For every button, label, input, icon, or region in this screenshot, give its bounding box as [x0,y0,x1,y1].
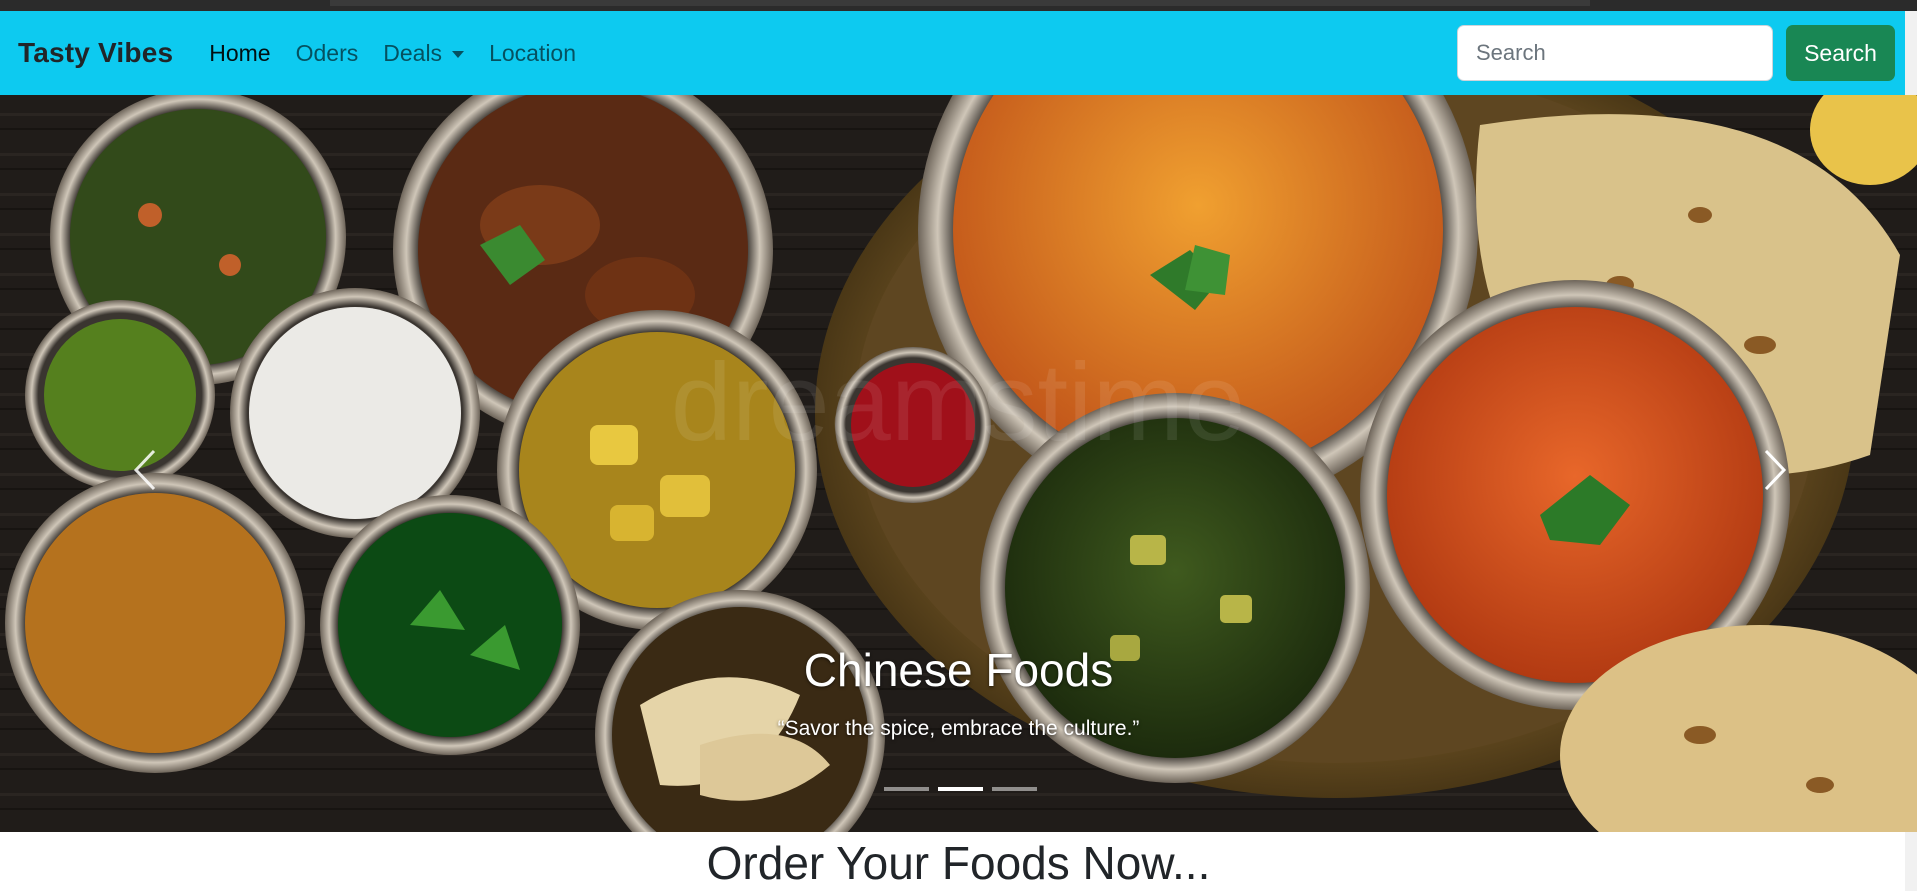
search-button[interactable]: Search [1786,25,1895,81]
carousel-next-button[interactable] [1745,425,1805,515]
browser-tab-strip [330,0,1590,6]
nav-link-orders[interactable]: Oders [296,40,359,67]
carousel-indicators [884,787,1037,791]
caret-down-icon [452,50,465,58]
nav-links: Home Oders Deals Location [209,40,601,67]
search-form: Search [1457,25,1895,81]
carousel-indicator-1[interactable] [884,787,929,791]
chevron-right-icon [1764,449,1787,491]
order-heading: Order Your Foods Now... [706,837,1211,889]
navbar: Tasty Vibes Home Oders Deals Location Se… [0,11,1905,95]
carousel-indicator-3[interactable] [992,787,1037,791]
brand-logo[interactable]: Tasty Vibes [18,37,173,69]
nav-link-deals-dropdown[interactable]: Deals [383,39,465,67]
hero-carousel: dreamstime Chinese Foods “Savor the spic… [0,95,1917,832]
nav-link-deals-label: Deals [383,39,443,66]
chevron-left-icon [133,449,156,491]
carousel-indicator-2[interactable] [938,787,983,791]
watermark-text: dreamstime [671,341,1246,464]
nav-link-location[interactable]: Location [489,40,576,67]
browser-top-strip [0,0,1917,11]
slide-text: “Savor the spice, embrace the culture.” [777,717,1140,740]
nav-link-home[interactable]: Home [209,40,270,67]
search-input[interactable] [1457,25,1773,81]
carousel-prev-button[interactable] [115,425,175,515]
slide-title: Chinese Foods [803,644,1114,696]
